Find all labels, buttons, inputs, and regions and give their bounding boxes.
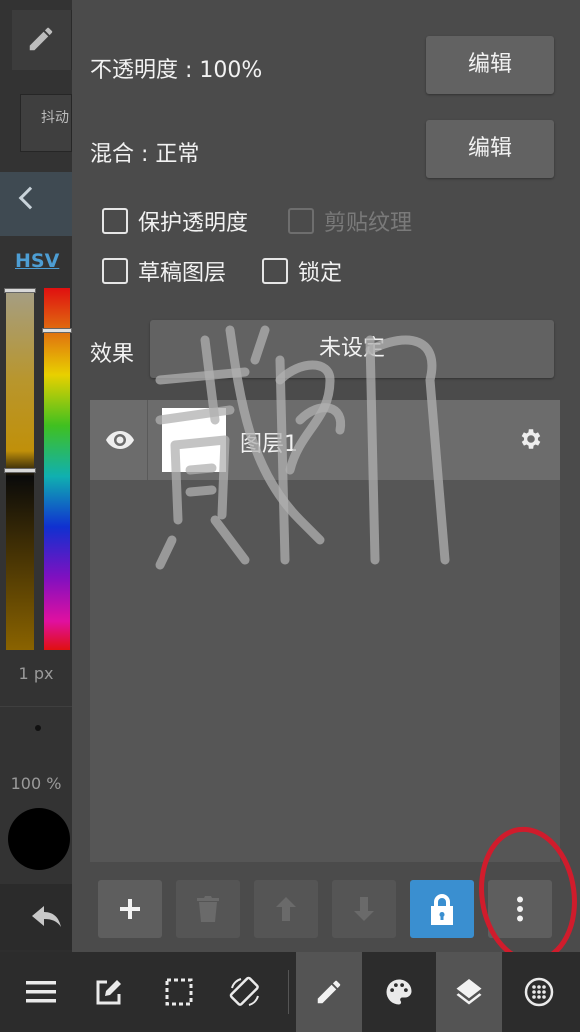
collapse-panel-button[interactable] bbox=[0, 172, 72, 236]
grid-circle-icon bbox=[524, 977, 554, 1007]
brush-preview-dot bbox=[35, 725, 41, 731]
trash-icon bbox=[197, 896, 219, 922]
layer-opacity-label: 不透明度 : 100% bbox=[90, 58, 263, 83]
left-side-panel: 抖动 HSV 1 px 100 % bbox=[0, 0, 72, 950]
brush-tool-button[interactable] bbox=[12, 10, 72, 70]
blend-edit-button[interactable]: 编辑 bbox=[426, 120, 554, 178]
color-palette-button[interactable] bbox=[366, 952, 432, 1032]
slider-handle[interactable] bbox=[4, 288, 36, 293]
materials-button[interactable] bbox=[506, 952, 572, 1032]
arrow-up-icon bbox=[276, 897, 296, 921]
draft-layer-label: 草稿图层 bbox=[138, 261, 227, 286]
brush-size-label[interactable]: 1 px bbox=[0, 664, 72, 683]
undo-button[interactable] bbox=[0, 884, 72, 950]
clipping-checkbox[interactable]: 剪贴纹理 bbox=[288, 204, 412, 238]
tool-option-tag[interactable]: 抖动 bbox=[20, 94, 72, 152]
checkbox-box bbox=[262, 258, 288, 284]
selection-marquee-icon bbox=[165, 978, 193, 1006]
effect-button[interactable]: 未设定 bbox=[150, 320, 554, 378]
divider bbox=[0, 706, 72, 707]
move-layer-down-button[interactable] bbox=[332, 880, 396, 938]
hue-slider-handle[interactable] bbox=[42, 328, 72, 333]
undo-icon bbox=[32, 906, 61, 927]
chevron-left-icon bbox=[18, 186, 42, 210]
layer-panel: 不透明度 : 100% 编辑 混合 : 正常 编辑 保护透明度 剪贴纹理 草稿图… bbox=[72, 0, 580, 952]
clipping-label: 剪贴纹理 bbox=[324, 211, 413, 236]
slider-handle[interactable] bbox=[4, 468, 36, 473]
plus-icon bbox=[120, 899, 140, 919]
gear-icon[interactable] bbox=[518, 426, 544, 452]
arrow-down-icon bbox=[354, 897, 374, 921]
eye-icon bbox=[106, 431, 134, 449]
more-options-button[interactable] bbox=[488, 880, 552, 938]
rotate-canvas-button[interactable] bbox=[212, 952, 278, 1032]
palette-icon bbox=[386, 979, 412, 1005]
checkbox-box bbox=[102, 258, 128, 284]
lock-checkbox[interactable]: 锁定 bbox=[262, 254, 342, 288]
selection-button[interactable] bbox=[146, 952, 212, 1032]
layer-row[interactable]: 图层1 bbox=[90, 400, 560, 480]
menu-button[interactable] bbox=[8, 952, 74, 1032]
move-layer-up-button[interactable] bbox=[254, 880, 318, 938]
current-color-swatch[interactable] bbox=[8, 808, 70, 870]
protect-alpha-checkbox[interactable]: 保护透明度 bbox=[102, 204, 248, 238]
edit-square-icon bbox=[96, 980, 121, 1005]
screen-rotation-icon bbox=[229, 976, 259, 1006]
checkbox-box bbox=[102, 208, 128, 234]
checkbox-box bbox=[288, 208, 314, 234]
blend-mode-label: 混合 : 正常 bbox=[90, 142, 200, 167]
brush-opacity-label[interactable]: 100 % bbox=[0, 774, 72, 793]
add-layer-button[interactable] bbox=[98, 880, 162, 938]
draft-layer-checkbox[interactable]: 草稿图层 bbox=[102, 254, 226, 288]
edit-button[interactable] bbox=[76, 952, 142, 1032]
more-vertical-icon bbox=[517, 896, 523, 922]
layer-list: 图层1 bbox=[90, 400, 560, 862]
delete-layer-button[interactable] bbox=[176, 880, 240, 938]
pencil-icon bbox=[317, 980, 341, 1004]
pencil-icon bbox=[29, 27, 53, 51]
hamburger-menu-icon bbox=[26, 981, 56, 1003]
effect-label: 效果 bbox=[90, 342, 135, 367]
lock-layer-button[interactable] bbox=[410, 880, 474, 938]
lock-icon bbox=[431, 894, 453, 925]
brush-button[interactable] bbox=[296, 952, 362, 1032]
lock-label: 锁定 bbox=[298, 261, 343, 286]
opacity-edit-button[interactable]: 编辑 bbox=[426, 36, 554, 94]
layers-button[interactable] bbox=[436, 952, 502, 1032]
layers-icon bbox=[456, 979, 482, 1005]
bottom-toolbar bbox=[0, 952, 580, 1032]
layer-visibility-toggle[interactable] bbox=[90, 400, 148, 480]
layer-name: 图层1 bbox=[240, 432, 298, 457]
protect-alpha-label: 保护透明度 bbox=[138, 211, 249, 236]
hsv-tab[interactable]: HSV bbox=[15, 250, 59, 272]
toolbar-divider bbox=[288, 970, 289, 1014]
layer-thumbnail bbox=[162, 408, 226, 472]
hue-slider[interactable] bbox=[44, 288, 70, 650]
